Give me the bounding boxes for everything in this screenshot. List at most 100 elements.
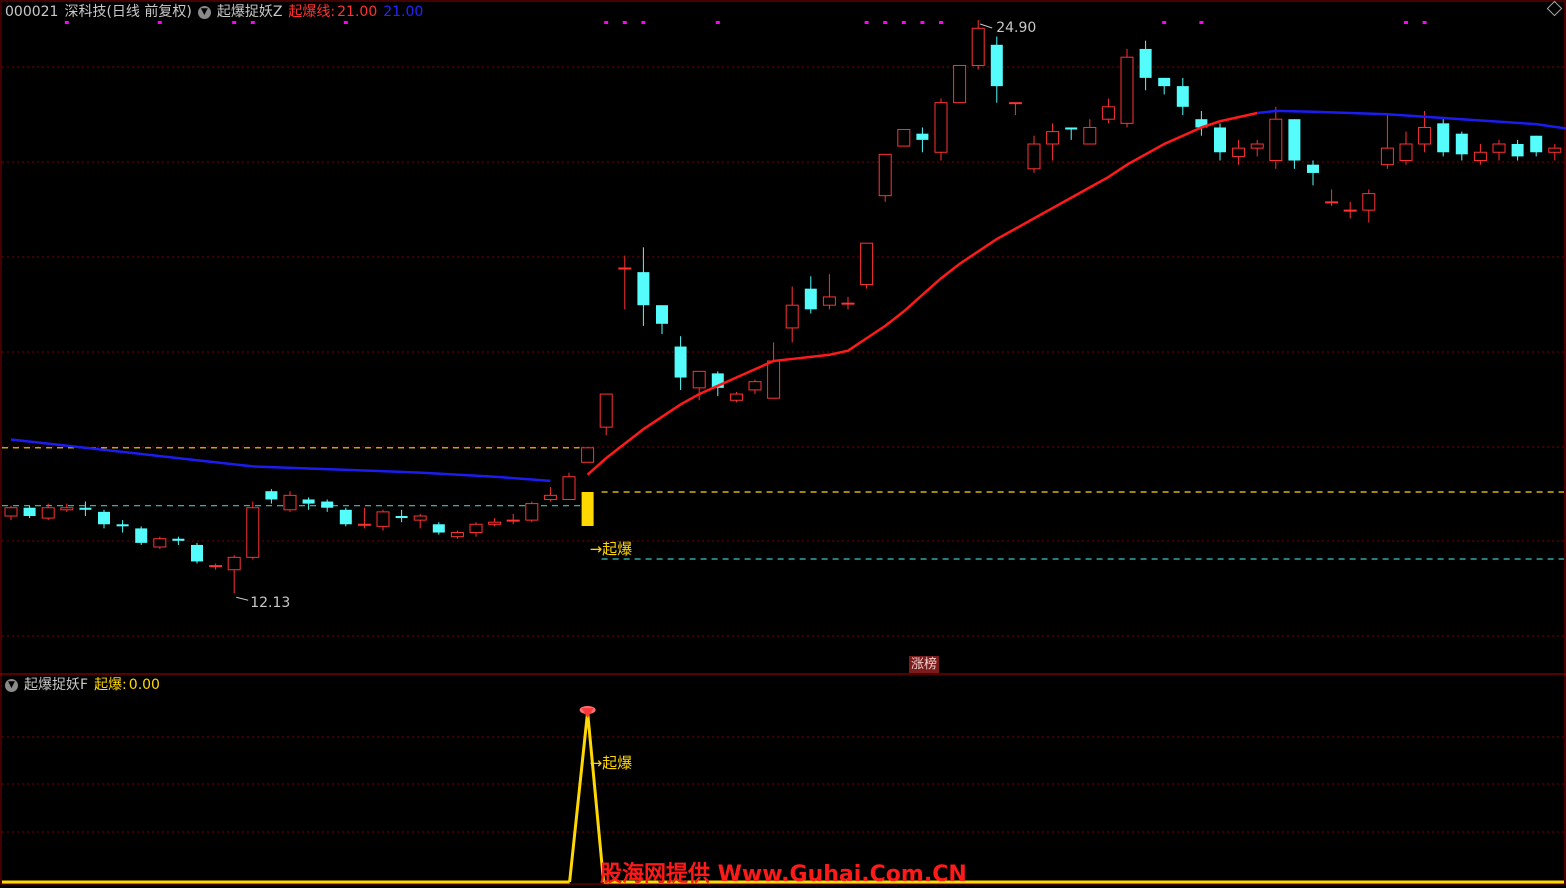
candle-body-down	[990, 44, 1003, 87]
kline-chart[interactable]	[0, 0, 1566, 885]
candle-body-up	[227, 556, 241, 571]
signal-dot	[939, 21, 943, 24]
candle-body-down	[135, 528, 148, 543]
signal-dot	[883, 21, 888, 24]
candle-body-down	[1307, 164, 1319, 173]
candle-body-up	[1008, 102, 1022, 105]
candle-body-up	[618, 267, 632, 270]
candle-body-up	[822, 296, 836, 306]
signal-dot	[157, 21, 162, 24]
sub-value: 0.00	[128, 677, 160, 693]
blue-line-left	[10, 438, 551, 483]
candle-body-up	[153, 538, 167, 548]
signal-dot	[864, 21, 869, 24]
candle-body-down	[674, 346, 687, 378]
signal-dot	[920, 21, 925, 24]
candle-body-up	[1325, 201, 1339, 204]
high-price-label: 24.90	[996, 20, 1037, 36]
candle-body-up	[953, 64, 967, 104]
candle-body-up	[543, 494, 557, 500]
candle-body-up	[246, 507, 260, 558]
low-pointer	[236, 596, 249, 601]
candle-body-up	[599, 393, 613, 428]
signal-dot	[622, 21, 627, 24]
bottom-header: ▼ 起爆捉妖F 起爆: 0.00	[5, 676, 166, 694]
candle-body-up	[376, 511, 390, 527]
candle-body-down	[804, 288, 817, 310]
candle-body-up	[878, 153, 892, 197]
sub-signal-label: →起爆	[589, 754, 633, 772]
line-value-blue: 21.00	[383, 4, 424, 20]
candle-body-up	[60, 507, 74, 511]
candle-body-down	[432, 524, 445, 533]
candle-body-up	[1120, 56, 1134, 124]
low-price-label: 12.13	[250, 595, 291, 612]
candle-body-up	[785, 304, 799, 329]
period-label: (日线 前复权)	[106, 4, 192, 20]
dropdown-icon[interactable]: ▼	[197, 5, 211, 19]
candle-body-up	[1548, 147, 1562, 153]
candle-body-up	[4, 507, 18, 517]
candle-body-up	[209, 565, 223, 568]
signal-dot	[64, 21, 69, 24]
candle-body-down	[1139, 48, 1152, 78]
candle-body-up	[748, 381, 762, 391]
candle-body-up	[897, 129, 911, 147]
candle-body-down	[1511, 144, 1524, 157]
top-header: 000021 深科技(日线 前复权) ▼ 起爆捉妖Z 起爆线: 21.00 21.00	[5, 3, 429, 21]
candle-body-up	[729, 393, 743, 401]
candle-body-down	[395, 516, 408, 519]
candle-body-down	[637, 272, 650, 306]
stock-name: 深科技	[64, 4, 107, 20]
candle-body-down	[656, 305, 668, 324]
dropdown-icon[interactable]: ▼	[5, 678, 18, 692]
candle-body-up	[841, 302, 855, 305]
rank-badge[interactable]: 涨榜	[909, 656, 940, 673]
candle-body-down	[116, 524, 129, 527]
candle-body-up	[971, 27, 985, 66]
candle-body-up	[1380, 147, 1394, 166]
signal-dot	[604, 21, 609, 24]
signal-label: →起爆	[589, 540, 633, 558]
candle-body-up	[469, 523, 483, 534]
red-line	[586, 111, 1258, 476]
candle-body-down	[98, 511, 110, 525]
candle-body-up	[1492, 143, 1506, 153]
candle-body-up	[450, 532, 464, 538]
candle-body-down	[302, 499, 315, 504]
signal-dot	[1162, 21, 1167, 24]
candle-body-up	[581, 447, 595, 463]
candle-body-down	[23, 507, 36, 516]
candle-body-up	[1027, 143, 1041, 170]
candle-body-down	[1530, 135, 1543, 153]
candle-body-down	[1214, 127, 1226, 153]
signal-dot	[232, 21, 237, 24]
candle-body-up	[1083, 126, 1097, 145]
indicator-name[interactable]: 起爆捉妖Z	[217, 4, 283, 20]
candle-body-down	[79, 507, 92, 510]
candle-body-up	[1473, 151, 1487, 162]
watermark: 股海网提供 Www.Guhai.Com.CN	[600, 862, 967, 887]
candle-body-up	[488, 521, 502, 525]
signal-dot	[250, 21, 255, 24]
candle-body-up	[357, 523, 371, 526]
candle-body-up	[860, 242, 874, 286]
candle-body-down	[191, 544, 203, 562]
candle-body-down	[1176, 86, 1189, 107]
candle-body-up	[1399, 143, 1413, 162]
sub-indicator-name[interactable]: 起爆捉妖F	[24, 677, 88, 693]
candle-body-up	[413, 515, 427, 521]
candle-body-up	[1046, 131, 1060, 145]
high-pointer	[980, 23, 993, 29]
candle-body-down	[321, 501, 334, 508]
candle-body-up	[506, 519, 520, 522]
candle-body-up	[1232, 147, 1246, 157]
signal-dot	[901, 21, 906, 24]
stock-code: 000021	[5, 4, 59, 20]
candle-body-down	[1437, 123, 1450, 153]
candle-body-up	[562, 476, 576, 500]
signal-dot	[641, 21, 646, 24]
candle-body-down	[1065, 127, 1078, 130]
candle-body-down	[265, 491, 278, 500]
candle-body-up	[41, 507, 55, 519]
